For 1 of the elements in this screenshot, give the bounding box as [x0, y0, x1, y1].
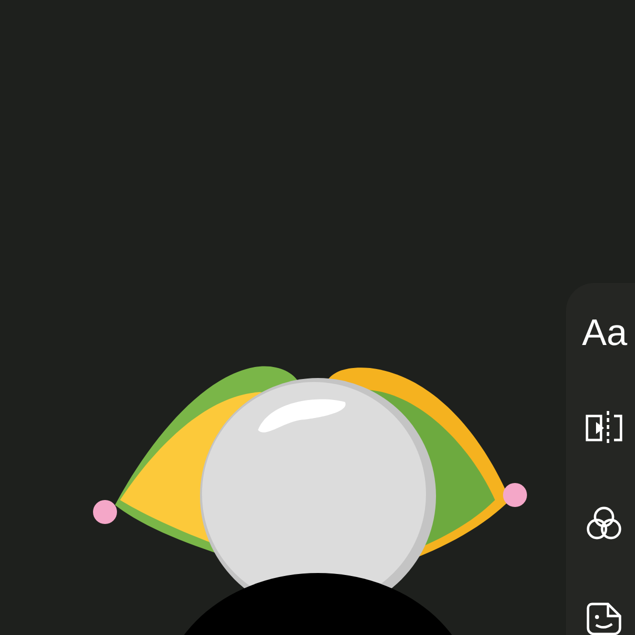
text-tool-button[interactable]: Aa	[566, 303, 635, 363]
